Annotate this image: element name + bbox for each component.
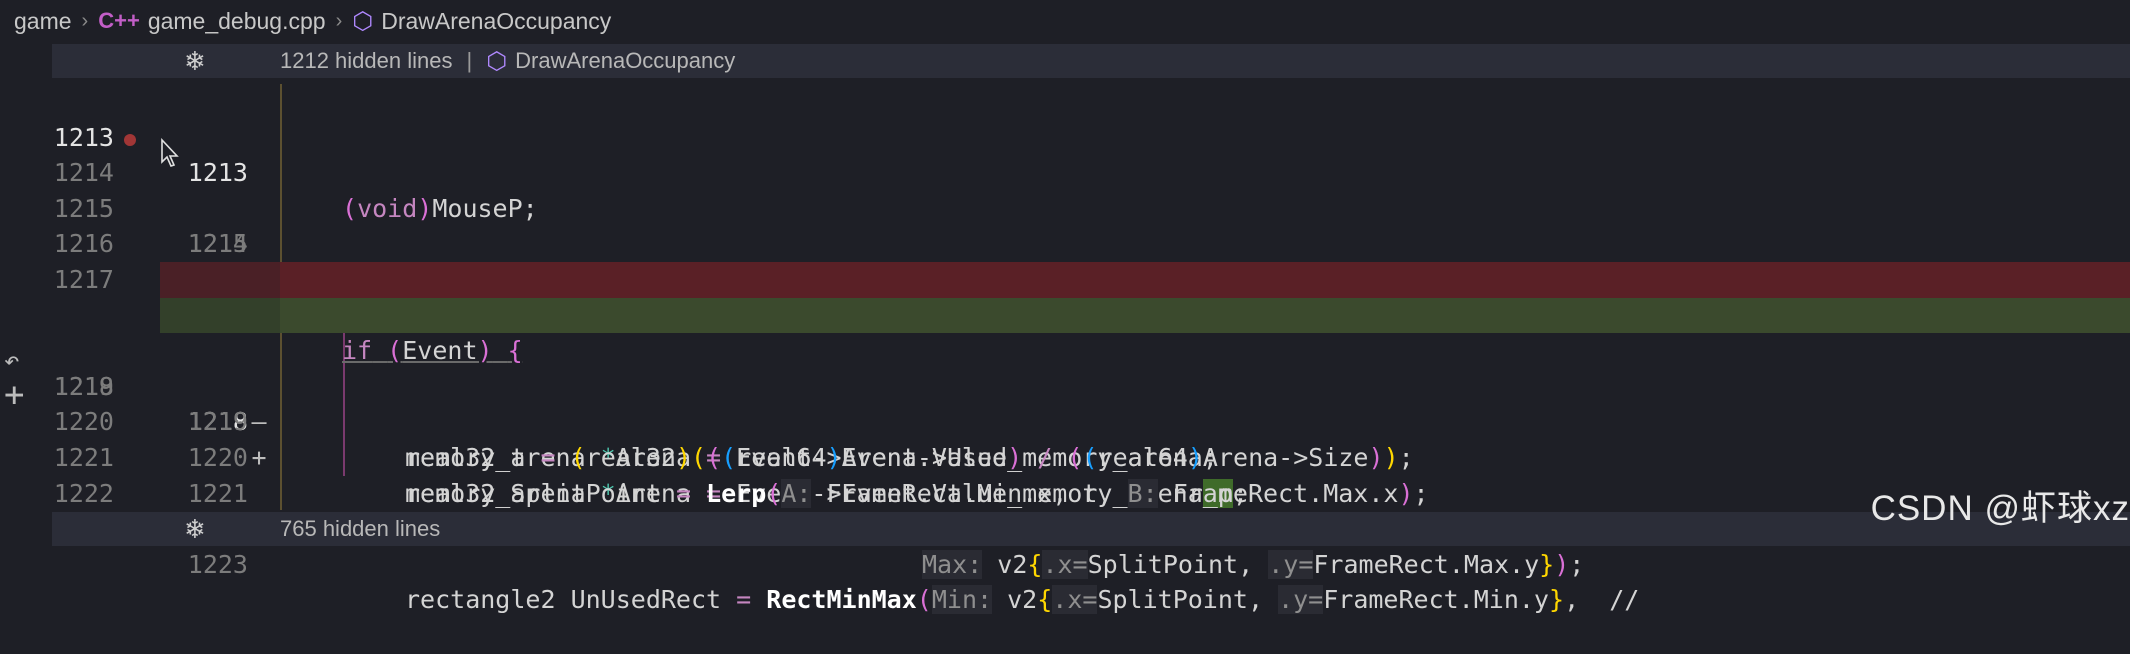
code-line[interactable]: 1216 1216 debug_stored_event *Event = Ro… xyxy=(0,191,2130,329)
unfold-icon[interactable]: ❄ xyxy=(184,46,206,77)
revert-change-icon[interactable]: ↶ xyxy=(4,346,20,376)
unfold-icon[interactable]: ❄ xyxy=(184,514,206,545)
line-number-modified: 1223 xyxy=(187,549,248,579)
stage-change-icon[interactable]: + xyxy=(4,378,24,412)
breadcrumb-file[interactable]: game_debug.cpp xyxy=(148,8,326,35)
code-line[interactable]: 1217 1217 if (Event) { xyxy=(0,226,2130,365)
code-line[interactable]: 1223 1223 rectangle2 UnUsedRect = RectMi… xyxy=(0,476,2130,615)
code-line[interactable]: 1215 1215 debug_element_frame *RootFrame… xyxy=(0,155,2130,294)
breadcrumb: game › C++ game_debug.cpp › ⬡ DrawArenaO… xyxy=(0,0,2130,42)
chevron-right-icon: › xyxy=(81,9,89,32)
code-text: rectangle2 UnUsedRect = RectMinMax(Min: … xyxy=(405,585,1640,615)
cpp-file-icon: C++ xyxy=(98,8,140,33)
diff-added-line[interactable]: 1218 + memory_arena *Arena = Event->Even… xyxy=(0,297,2130,508)
hidden-lines-symbol: DrawArenaOccupancy xyxy=(515,48,736,73)
diff-editor[interactable]: 1213 1213 (void)MouseP; 1214 1214 (void)… xyxy=(0,84,2130,615)
hidden-lines-bar-bottom[interactable]: ❄ 765 hidden lines xyxy=(52,512,2130,546)
code-line[interactable]: 1214 1214 (void)DebugID; xyxy=(0,120,2130,294)
code-line[interactable]: 1221 1221 rectangle2 UsedRect = RectMinM… xyxy=(0,404,2130,544)
code-line[interactable]: 1219 1219 real32 t = (real32)(((real64)A… xyxy=(0,333,2130,472)
mouse-cursor-icon xyxy=(161,138,179,167)
code-line[interactable]: 1220 1220 real32 SplitPoint = Lerp(A: Fr… xyxy=(0,369,2130,508)
code-line[interactable]: 1213 1213 (void)MouseP; xyxy=(0,84,2130,223)
breadcrumb-symbol[interactable]: DrawArenaOccupancy xyxy=(381,8,611,35)
watermark: CSDN @虾球xz xyxy=(1870,489,2130,528)
code-line[interactable]: 1222 1222 Max: v2{.x=SplitPoint, .y=Fram… xyxy=(0,440,2130,579)
breadcrumb-root[interactable]: game xyxy=(14,8,72,35)
chevron-right-icon: › xyxy=(335,9,343,32)
code-text: Max: v2{.x=SplitPoint, .y=FrameRect.Max.… xyxy=(922,549,1585,579)
symbol-method-icon: ⬡ xyxy=(352,7,374,35)
hidden-lines-count: 1212 hidden lines xyxy=(280,48,453,73)
divider: | xyxy=(466,48,473,73)
hidden-lines-bar-top[interactable]: ❄ 1212 hidden lines | ⬡ DrawArenaOccupan… xyxy=(52,44,2130,78)
symbol-method-icon: ⬡ xyxy=(486,47,508,75)
hidden-lines-count: 765 hidden lines xyxy=(280,516,441,541)
diff-removed-line[interactable]: 1218 — memory_arena *Arena = Event->Even… xyxy=(0,262,2130,472)
breakpoint-icon[interactable] xyxy=(124,133,136,146)
